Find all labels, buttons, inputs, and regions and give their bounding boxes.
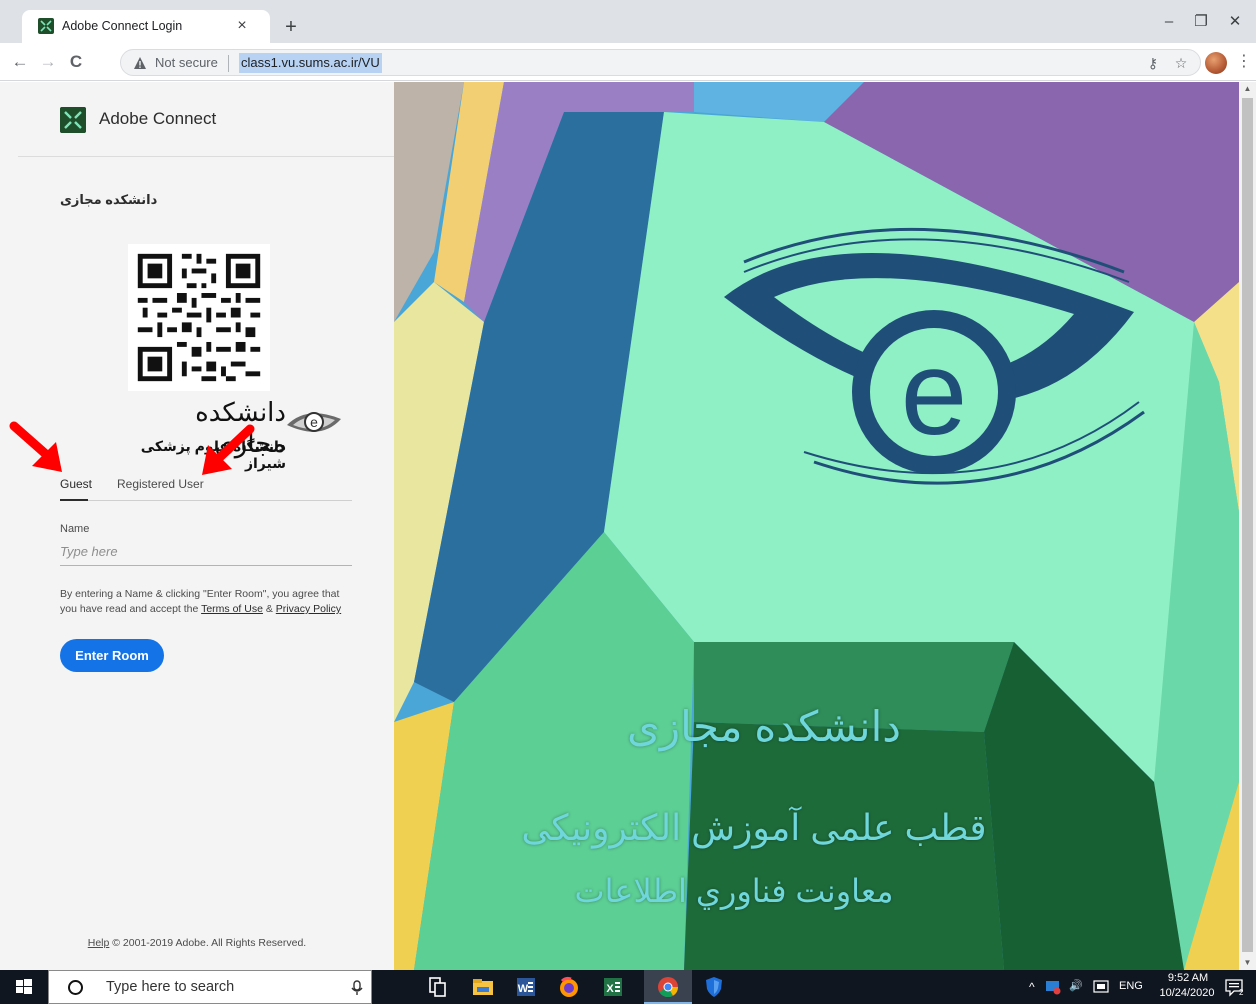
scroll-down-icon[interactable]: ▼ [1239, 956, 1256, 970]
notification-count: 2 [1239, 988, 1244, 997]
login-panel: Adobe Connect دانشکده مجازی دانشکده مجاز… [0, 82, 394, 970]
svg-text:e: e [310, 414, 318, 430]
clock-date[interactable]: 10/24/2020 [1155, 987, 1219, 999]
taskbar-search-box[interactable]: Type here to search [48, 970, 372, 1004]
organization-name: دانشکده مجازی [60, 192, 158, 207]
warning-icon [134, 57, 146, 69]
name-label: Name [60, 523, 90, 535]
url-text[interactable]: class1.vu.sums.ac.ir/VU [239, 53, 382, 73]
tabs-divider [60, 500, 352, 501]
hero-title: دانشکده مجازی [626, 703, 901, 750]
notifications-icon[interactable]: 2 [1224, 977, 1244, 997]
restore-button[interactable]: ❐ [1186, 10, 1216, 36]
scroll-up-icon[interactable]: ▲ [1239, 82, 1256, 96]
task-view-icon[interactable] [426, 975, 450, 999]
tab-title: Adobe Connect Login [62, 19, 183, 33]
chrome-icon[interactable] [656, 975, 680, 999]
file-explorer-icon[interactable] [471, 975, 495, 999]
scroll-thumb[interactable] [1242, 98, 1253, 952]
windows-taskbar: Type here to search W X ^ 🔊 ENG 9:52 AM … [0, 970, 1256, 1004]
panel-divider [18, 156, 394, 157]
defender-icon[interactable] [702, 975, 726, 999]
svg-text:W: W [518, 983, 529, 995]
tray-chevron-icon[interactable]: ^ [1029, 980, 1035, 994]
browser-tab-active[interactable]: Adobe Connect Login × [22, 10, 270, 43]
omnibox-divider [228, 55, 229, 72]
back-button[interactable]: ← [8, 50, 32, 74]
red-arrow-registered-annotation [202, 424, 255, 475]
terms-of-use-link[interactable]: Terms of Use [201, 603, 263, 615]
key-icon[interactable]: ⚷ [1143, 53, 1163, 73]
forward-button[interactable]: → [36, 50, 60, 74]
copyright-text: © 2001-2019 Adobe. All Rights Reserved. [109, 937, 307, 949]
search-placeholder: Type here to search [106, 979, 235, 995]
tab-registered-user[interactable]: Registered User [117, 477, 204, 491]
word-icon[interactable]: W [514, 975, 538, 999]
help-link[interactable]: Help [88, 937, 110, 949]
address-bar[interactable]: Not secure class1.vu.sums.ac.ir/VU ⚷ ☆ [120, 49, 1201, 76]
hero-background: e دانشکده مجازی قطب علمی آموزش الکترونیک… [394, 82, 1239, 970]
qr-code-image [128, 244, 270, 391]
microphone-icon[interactable] [349, 980, 365, 996]
language-indicator[interactable]: ENG [1119, 980, 1143, 992]
ime-icon[interactable] [1093, 979, 1109, 995]
firefox-icon[interactable] [557, 975, 581, 999]
name-input[interactable] [60, 538, 352, 566]
network-status-icon[interactable] [1045, 979, 1061, 995]
adobe-connect-logo-icon [60, 107, 86, 133]
excel-icon[interactable]: X [601, 975, 625, 999]
enter-room-button[interactable]: Enter Room [60, 639, 164, 672]
browser-toolbar: ← → C Not secure class1.vu.sums.ac.ir/VU… [0, 43, 1256, 81]
eye-logo-icon: e [287, 412, 341, 432]
legal-notice: By entering a Name & clicking "Enter Roo… [60, 587, 352, 617]
minimize-button[interactable]: – [1154, 10, 1184, 36]
brand-name: Adobe Connect [99, 109, 217, 128]
security-label[interactable]: Not secure [155, 55, 218, 70]
cortana-icon [68, 980, 83, 995]
profile-avatar[interactable] [1205, 52, 1227, 74]
privacy-policy-link[interactable]: Privacy Policy [276, 603, 341, 615]
close-window-button[interactable]: ✕ [1220, 10, 1250, 36]
browser-tabstrip: Adobe Connect Login × + – ❐ ✕ [0, 0, 1256, 43]
menu-icon[interactable]: ⋮ [1236, 51, 1252, 73]
hero-department: معاونت فناوري اطلاعات [574, 873, 894, 909]
start-icon[interactable] [0, 970, 48, 1004]
active-tab-indicator [60, 499, 88, 501]
red-arrow-guest-annotation [9, 421, 62, 472]
star-icon[interactable]: ☆ [1171, 53, 1191, 73]
volume-icon[interactable]: 🔊 [1069, 979, 1083, 992]
svg-text:e: e [901, 326, 968, 460]
clock-time[interactable]: 9:52 AM [1160, 972, 1216, 984]
page-scrollbar[interactable]: ▲ ▼ [1239, 82, 1256, 970]
legal-and: & [262, 603, 276, 615]
tab-guest[interactable]: Guest [60, 477, 92, 491]
svg-text:X: X [606, 983, 614, 995]
adobe-connect-favicon-icon [38, 18, 54, 34]
hero-subtitle: قطب علمی آموزش الکترونیکی [521, 807, 987, 848]
footer: Help © 2001-2019 Adobe. All Rights Reser… [0, 937, 394, 949]
new-tab-button[interactable]: + [278, 15, 304, 41]
reload-button[interactable]: C [64, 50, 88, 74]
tab-close-button[interactable]: × [232, 16, 252, 36]
